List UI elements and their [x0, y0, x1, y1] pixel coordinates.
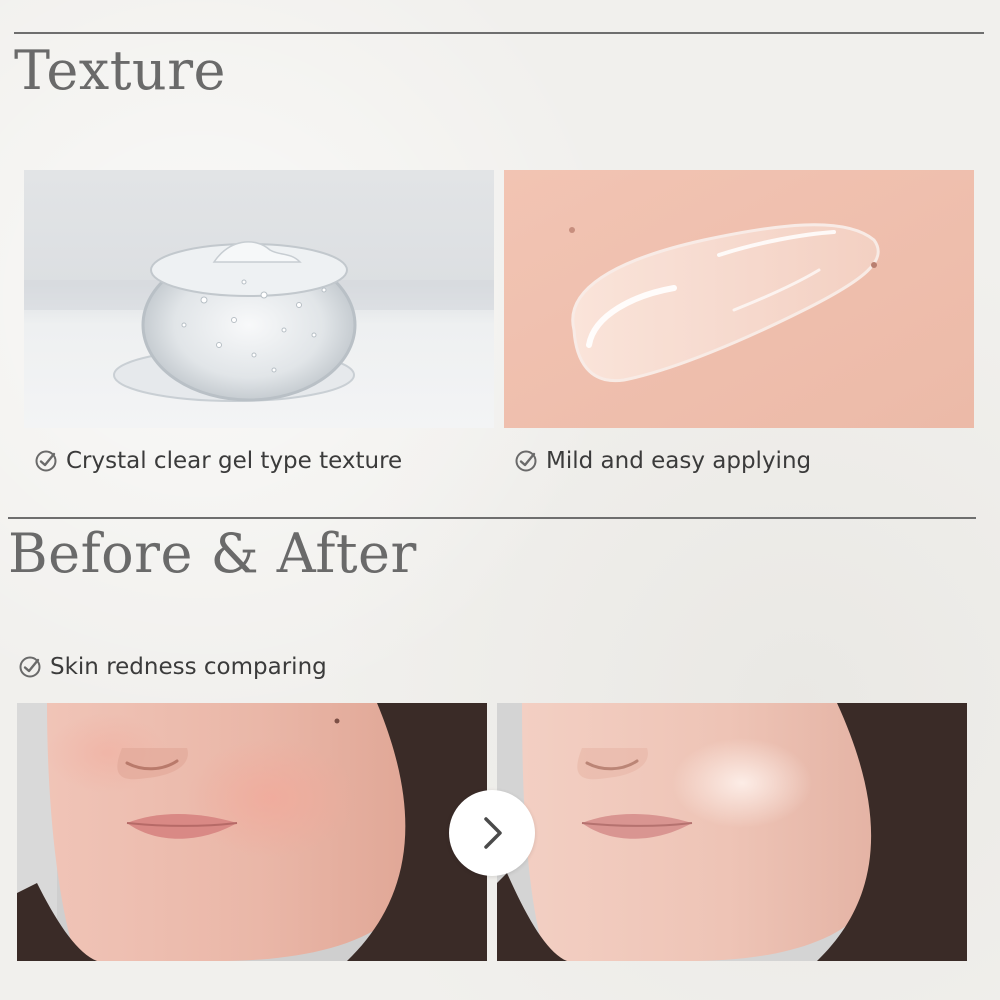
texture-heading: Texture: [14, 39, 226, 102]
before-photo: [17, 703, 487, 961]
next-arrow-button[interactable]: [449, 790, 535, 876]
texture-caption-2-text: Mild and easy applying: [546, 448, 812, 474]
before-after-divider: [8, 517, 976, 519]
before-after-caption: Skin redness comparing: [18, 654, 327, 680]
texture-divider: [14, 32, 984, 34]
check-circle-icon: [19, 656, 41, 678]
check-circle-icon: [35, 450, 57, 472]
check-circle-icon: [515, 450, 537, 472]
texture-caption-1: Crystal clear gel type texture: [34, 448, 402, 474]
chevron-right-icon: [484, 817, 502, 849]
gel-jar-photo: [24, 170, 494, 428]
before-after-heading: Before & After: [8, 522, 417, 585]
gel-swatch-photo: [504, 170, 974, 428]
before-after-caption-text: Skin redness comparing: [50, 654, 327, 680]
texture-caption-2: Mild and easy applying: [514, 448, 811, 474]
after-photo: [497, 703, 967, 961]
texture-caption-1-text: Crystal clear gel type texture: [66, 448, 403, 474]
